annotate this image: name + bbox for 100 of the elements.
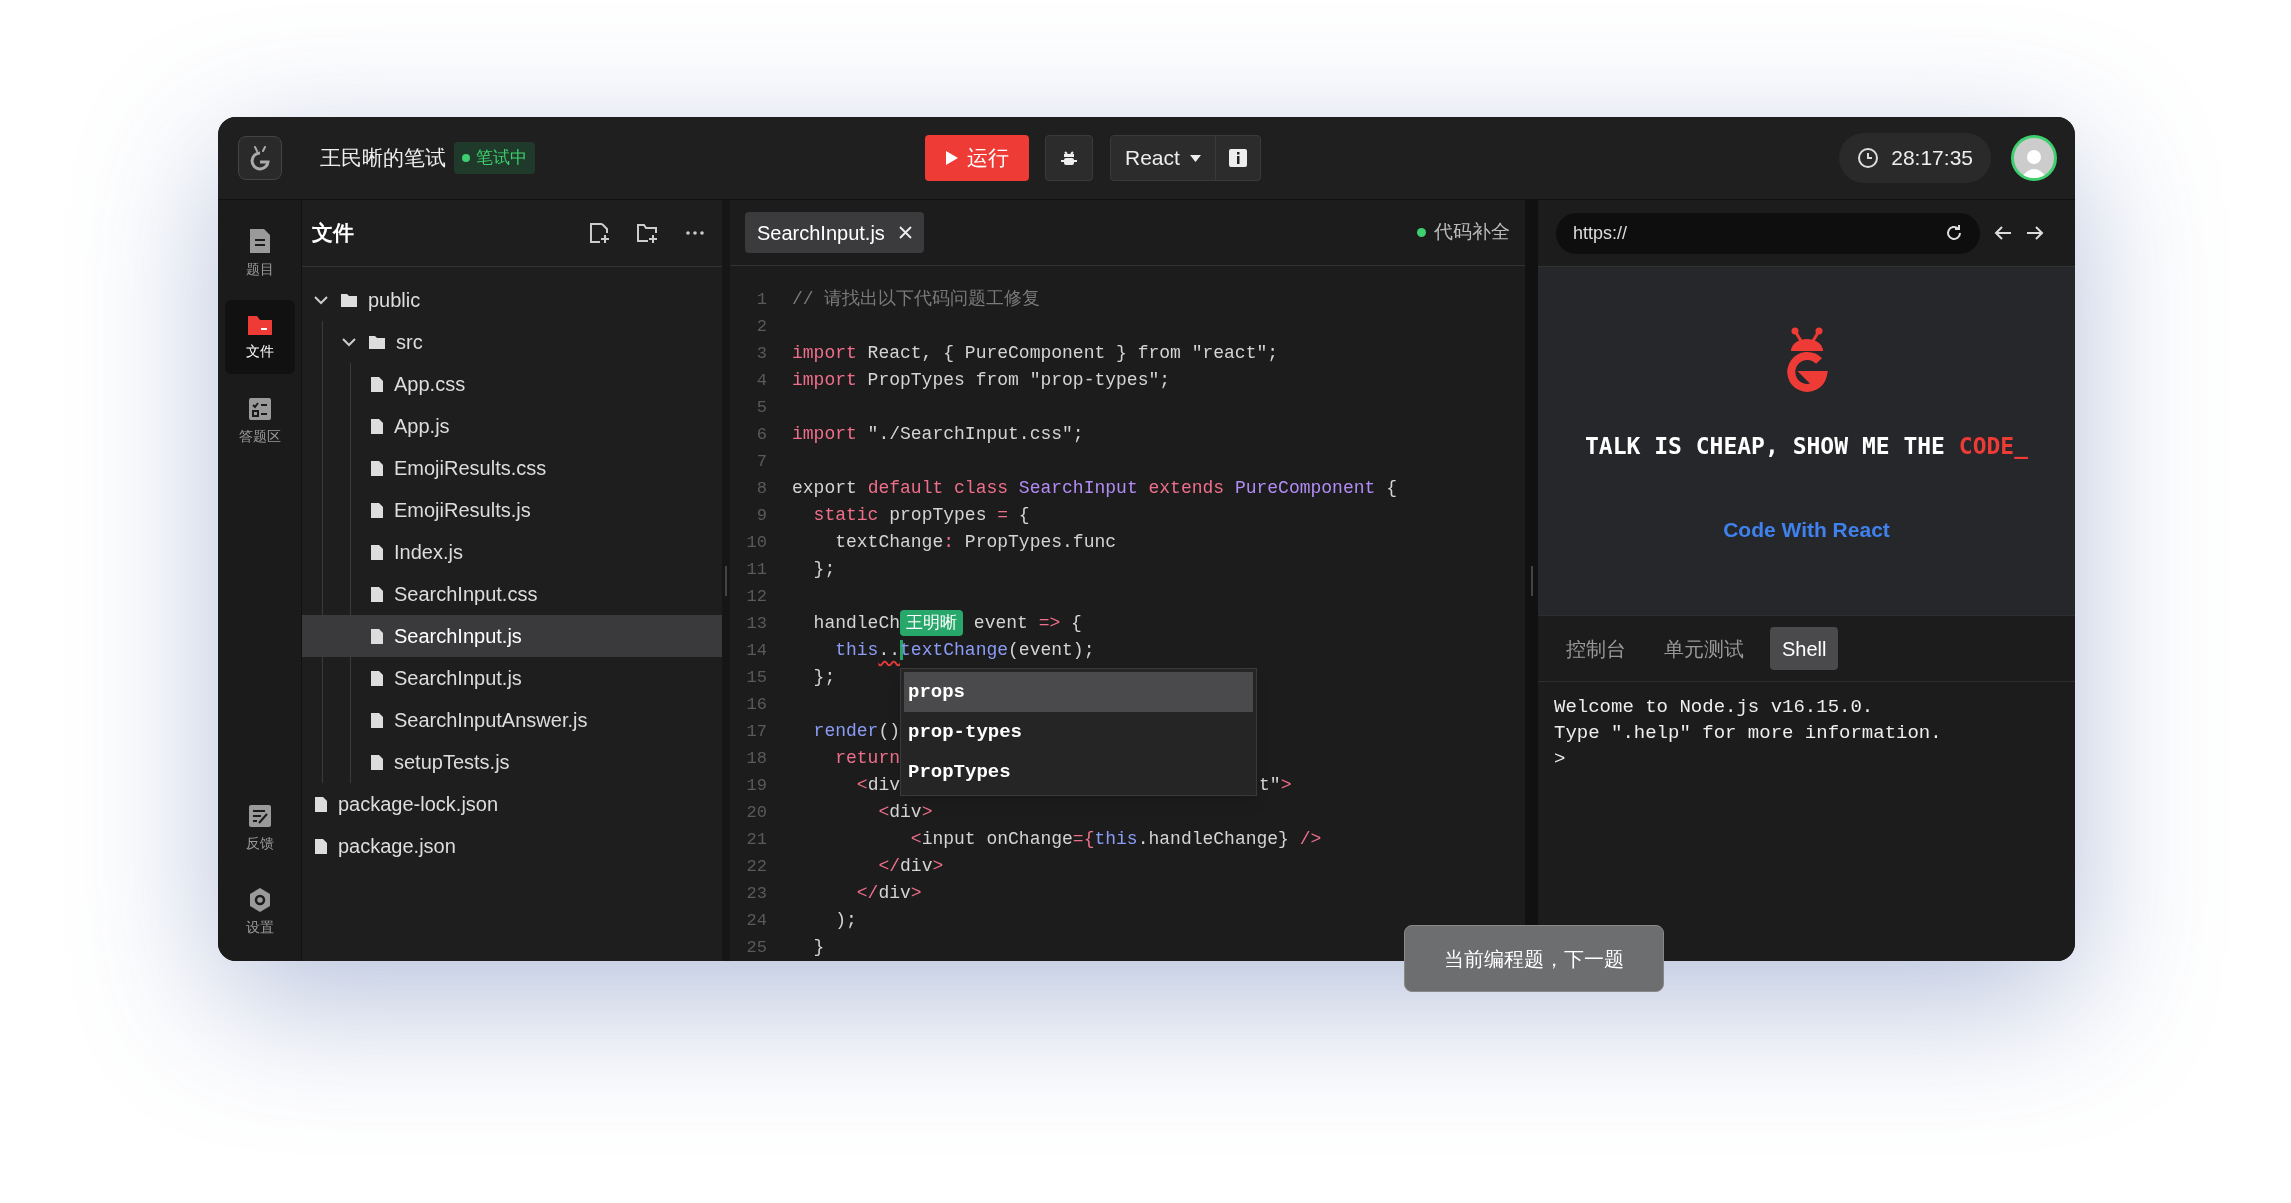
editor-tab[interactable]: SearchInput.js <box>745 212 924 253</box>
line-number: 13 <box>745 612 767 635</box>
new-folder-icon <box>636 222 658 244</box>
file-icon <box>370 417 384 435</box>
file-icon <box>370 585 384 603</box>
file-row[interactable]: App.css <box>302 363 722 405</box>
code-line: import "./SearchInput.css"; <box>792 423 1084 446</box>
file-row[interactable]: SearchInput.js <box>302 615 722 657</box>
file-row[interactable]: SearchInput.css <box>302 573 722 615</box>
nav-item[interactable]: 题目 <box>224 216 295 290</box>
suggestion-item[interactable]: prop-types <box>904 712 1253 752</box>
code-line: // 请找出以下代码问题工修复 <box>792 288 1041 311</box>
back-arrow-icon[interactable] <box>1994 225 2012 241</box>
file-icon <box>370 627 384 645</box>
terminal-line: > <box>1554 747 1567 772</box>
nav-item[interactable]: 设置 <box>224 875 295 949</box>
file-name: public <box>368 288 421 313</box>
folder-row[interactable]: public <box>302 279 722 321</box>
line-number: 7 <box>755 450 767 473</box>
nav-item[interactable]: 文件 <box>224 300 295 374</box>
code-line: ); <box>834 909 857 932</box>
file-name: package-lock.json <box>338 792 499 817</box>
line-number: 11 <box>745 558 767 581</box>
code-line: import React, { PureComponent } from "react"; <box>792 342 1279 365</box>
code-line: } <box>812 936 825 959</box>
file-icon <box>370 375 384 393</box>
file-row[interactable]: SearchInput.js <box>302 657 722 699</box>
file-name: src <box>396 330 423 355</box>
info-icon <box>1228 149 1247 167</box>
code-line: </div> <box>877 855 944 878</box>
folder-row[interactable]: src <box>302 321 722 363</box>
chevron-down-icon <box>342 337 358 347</box>
logo-icon <box>238 136 282 180</box>
code-line: return <box>834 747 901 770</box>
completion-toggle[interactable]: 代码补全 <box>1417 218 1510 247</box>
code-line: </div> <box>855 882 922 905</box>
line-number: 4 <box>755 369 767 392</box>
file-row[interactable]: App.js <box>302 405 722 447</box>
file-icon <box>370 711 384 729</box>
toast-message: 当前编程题，下一题 <box>1404 925 1664 992</box>
code-line: static propTypes = { <box>812 504 1030 527</box>
file-name: setupTests.js <box>394 750 510 775</box>
file-row[interactable]: EmojiResults.js <box>302 489 722 531</box>
line-number: 3 <box>755 342 767 365</box>
terminal-line: Type ".help" for more information. <box>1554 721 1943 746</box>
code-line: export default class SearchInput extends PureComponent { <box>792 477 1397 500</box>
file-icon <box>370 669 384 687</box>
more-icon <box>685 230 705 236</box>
file-icon <box>314 837 328 855</box>
file-row[interactable]: package-lock.json <box>302 783 722 825</box>
code-line: t"> <box>1259 774 1292 797</box>
run-button[interactable]: 运行 <box>925 135 1029 181</box>
code-line: <div <box>855 774 901 797</box>
close-icon[interactable] <box>898 226 912 239</box>
console-tab[interactable]: Shell <box>1770 627 1839 670</box>
line-number: 14 <box>745 639 767 662</box>
headline: TALK IS CHEAP, SHOW ME THE CODE_ <box>1584 432 2029 461</box>
suggestion-item[interactable]: props <box>904 672 1253 712</box>
file-name: Index.js <box>394 540 463 565</box>
play-icon <box>945 150 959 166</box>
console-tab[interactable]: 控制台 <box>1554 627 1638 670</box>
nav-item[interactable]: 反馈 <box>224 791 295 865</box>
file-icon <box>370 501 384 519</box>
line-number: 6 <box>755 423 767 446</box>
url-field[interactable]: https:// <box>1556 212 1980 254</box>
reload-icon[interactable] <box>1945 224 1963 242</box>
code-line: <div> <box>877 801 933 824</box>
code-line: <input onChange={this.handleChange} /> <box>909 828 1322 851</box>
file-row[interactable]: SearchInputAnswer.js <box>302 699 722 741</box>
suggestion-item[interactable]: PropTypes <box>904 752 1253 792</box>
file-icon <box>314 795 328 813</box>
file-row[interactable]: EmojiResults.css <box>302 447 722 489</box>
file-row[interactable]: setupTests.js <box>302 741 722 783</box>
file-row[interactable]: package.json <box>302 825 722 867</box>
file-name: EmojiResults.css <box>394 456 547 481</box>
code-line: handleCh 王明晰 event => { <box>792 610 1082 637</box>
caret-down-icon <box>1189 154 1201 162</box>
debug-button[interactable] <box>1045 135 1093 181</box>
line-number: 25 <box>745 936 767 959</box>
avatar[interactable] <box>2011 135 2057 181</box>
line-number: 22 <box>745 855 767 878</box>
file-row[interactable]: Index.js <box>302 531 722 573</box>
line-number: 1 <box>755 288 767 311</box>
line-number: 21 <box>745 828 767 851</box>
file-name: App.js <box>394 414 450 439</box>
code-with-react-link[interactable]: Code With React <box>1723 513 1890 545</box>
line-number: 2 <box>755 315 767 338</box>
nav-item[interactable]: 答题区 <box>224 384 295 458</box>
code-line: render() <box>812 720 901 743</box>
line-number: 12 <box>745 585 767 608</box>
code-line: }; <box>812 666 836 689</box>
file-icon <box>370 543 384 561</box>
collaborator-label: 王明晰 <box>900 610 964 636</box>
file-name: package.json <box>338 834 456 859</box>
line-number: 18 <box>745 747 767 770</box>
forward-arrow-icon[interactable] <box>2026 225 2044 241</box>
file-name: SearchInput.css <box>394 582 538 607</box>
checklist-icon <box>246 395 273 422</box>
line-number: 5 <box>755 396 767 419</box>
console-tab[interactable]: 单元测试 <box>1652 627 1756 670</box>
